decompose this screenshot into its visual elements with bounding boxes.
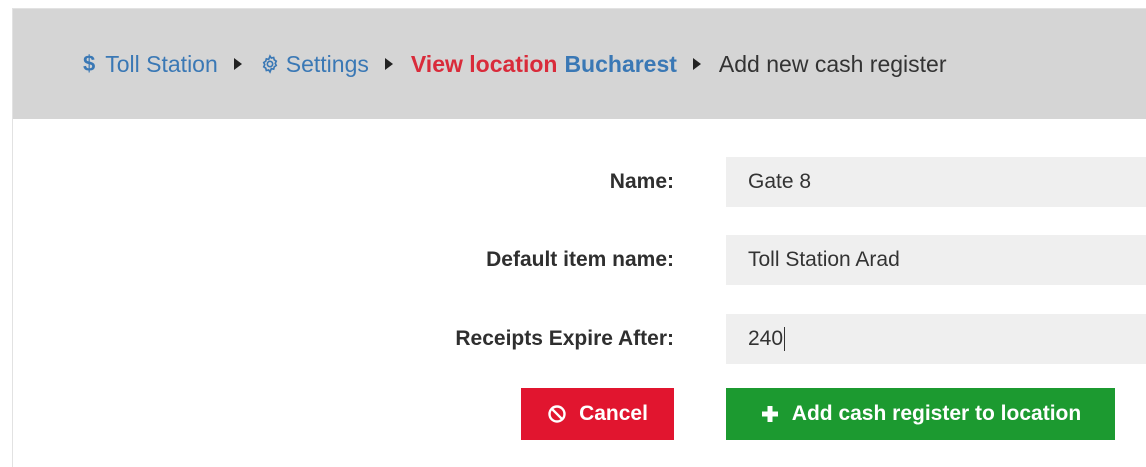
form-row-name: Name:	[13, 157, 1146, 207]
cancel-button-label: Cancel	[579, 402, 648, 425]
gear-icon	[262, 54, 278, 74]
dollar-icon: $	[83, 51, 96, 76]
form-row-default-item: Default item name:	[13, 235, 1146, 285]
breadcrumb-separator-icon	[384, 58, 393, 70]
name-label: Name:	[609, 170, 674, 193]
default-item-name-label: Default item name:	[486, 248, 674, 271]
breadcrumb-item-view-location[interactable]: View location Bucharest	[411, 51, 677, 78]
breadcrumb-item-settings[interactable]: Settings	[260, 51, 369, 78]
ban-icon	[547, 404, 567, 424]
add-cash-register-button-label: Add cash register to location	[791, 402, 1082, 425]
breadcrumb-label-settings: Settings	[285, 50, 369, 77]
add-cash-register-button[interactable]: Add cash register to location	[726, 388, 1115, 440]
page-container: $ Toll Station Settings View location Bu…	[12, 8, 1146, 467]
plus-icon	[760, 404, 780, 424]
text-caret	[784, 327, 786, 351]
receipts-expire-value: 240	[748, 327, 784, 350]
breadcrumb-label-location-name: Bucharest	[564, 50, 677, 77]
breadcrumb-label-view-location: View location	[410, 50, 558, 77]
breadcrumb-current: Add new cash register	[718, 50, 947, 77]
name-input[interactable]	[726, 157, 1146, 207]
breadcrumb-bar: $ Toll Station Settings View location Bu…	[13, 9, 1146, 119]
default-item-name-input[interactable]	[726, 235, 1146, 285]
receipts-expire-input[interactable]: 240	[726, 314, 1146, 364]
form-row-receipts-expire: Receipts Expire After: 240	[13, 314, 1146, 364]
cancel-button[interactable]: Cancel	[521, 388, 674, 440]
receipts-expire-label: Receipts Expire After:	[455, 327, 674, 350]
breadcrumb-label-toll-station: Toll Station	[105, 50, 218, 77]
breadcrumb: $ Toll Station Settings View location Bu…	[83, 9, 947, 119]
breadcrumb-separator-icon	[692, 58, 701, 70]
breadcrumb-item-toll-station[interactable]: $ Toll Station	[83, 51, 218, 78]
breadcrumb-separator-icon	[233, 58, 242, 70]
